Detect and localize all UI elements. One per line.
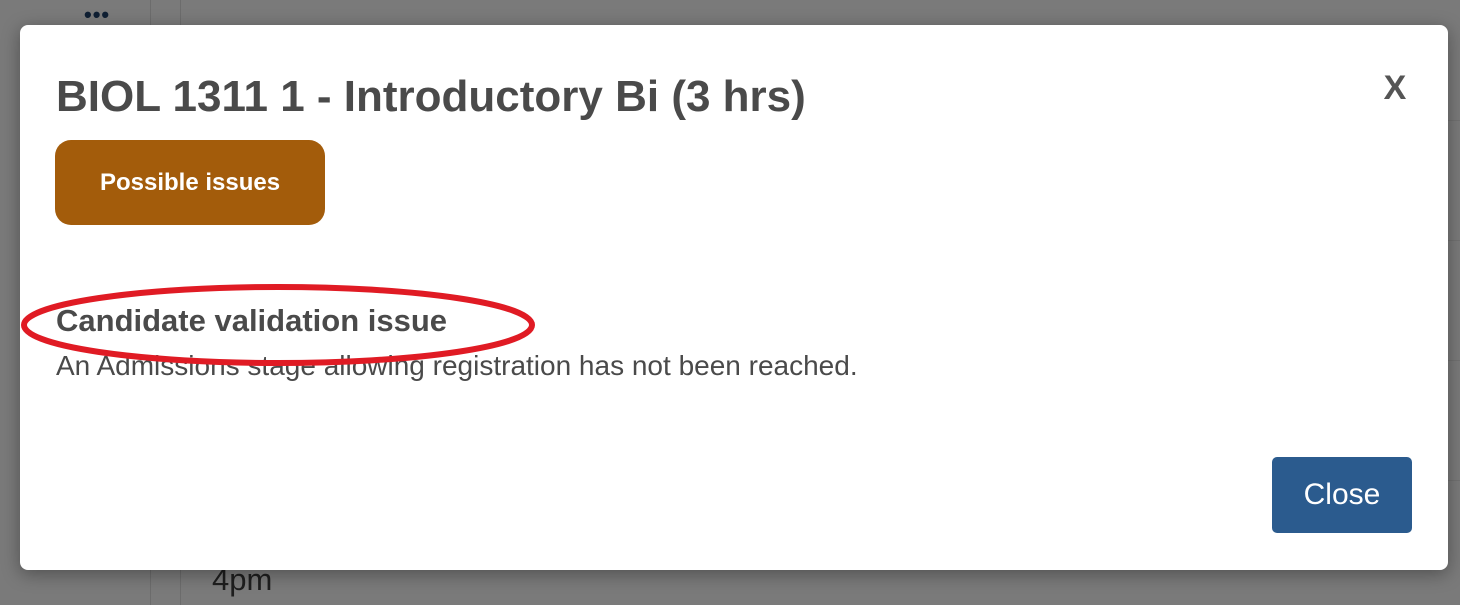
issue-title: Candidate validation issue [56,303,448,338]
course-issue-modal: BIOL 1311 1 - Introductory Bi (3 hrs) X … [20,25,1448,570]
status-badge: Possible issues [55,140,325,225]
issue-description: An Admissions stage allowing registratio… [56,350,858,381]
close-button[interactable]: Close [1272,457,1412,533]
close-icon[interactable]: X [1370,63,1420,113]
modal-title: BIOL 1311 1 - Introductory Bi (3 hrs) [56,72,806,121]
